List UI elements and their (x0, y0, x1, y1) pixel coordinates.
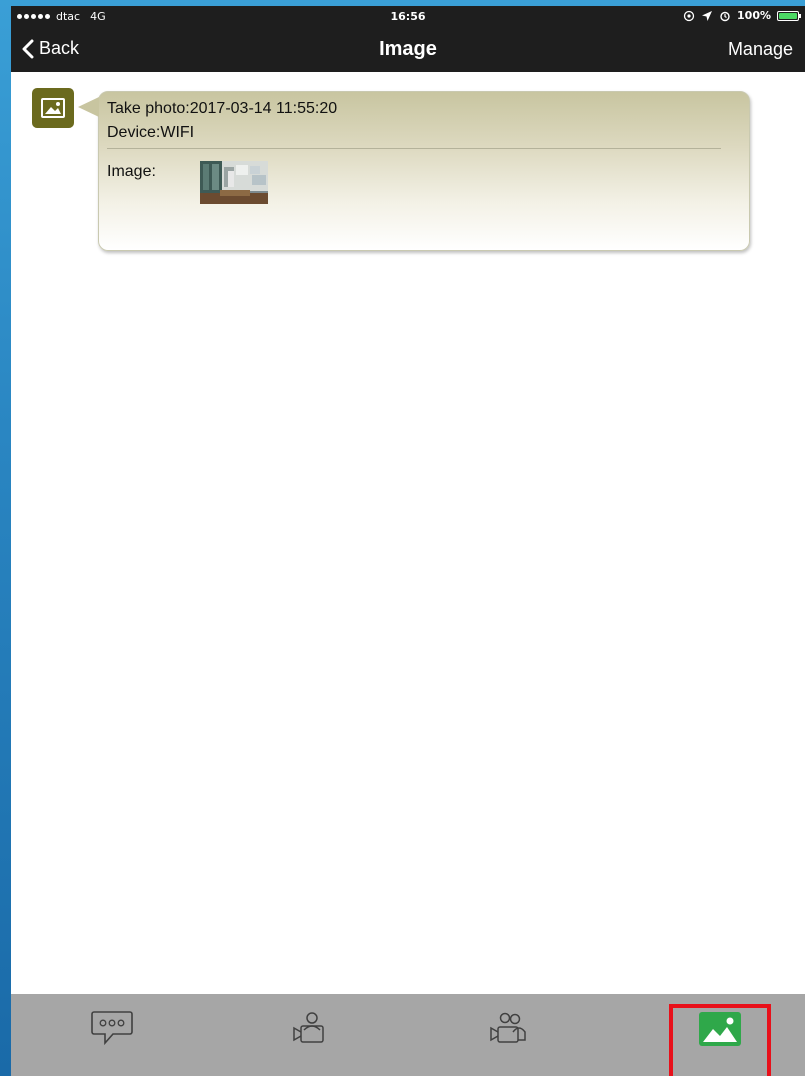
battery-icon (777, 10, 801, 21)
bubble-tail (78, 97, 99, 117)
status-bar: dtac 4G 16:56 100% (11, 6, 805, 28)
tab-bar (11, 994, 805, 1076)
tab-video-person[interactable] (266, 994, 354, 1076)
selected-tab-highlight (669, 1004, 771, 1076)
tab-video-group[interactable] (464, 994, 552, 1076)
tab-messages[interactable] (68, 994, 156, 1076)
photo-thumbnail[interactable] (200, 161, 268, 204)
battery-fill (779, 12, 797, 19)
video-camera-person-icon (293, 1012, 324, 1043)
video-camera-group-icon (490, 1012, 526, 1043)
device-text: Device:WIFI (107, 124, 195, 141)
manage-button[interactable]: Manage (728, 39, 793, 60)
take-photo-text: Take photo:2017-03-14 11:55:20 (107, 100, 338, 117)
message-avatar (32, 88, 74, 128)
image-label: Image: (107, 163, 156, 180)
alarm-icon (720, 11, 730, 21)
app-screen: dtac 4G 16:56 100% Back Image Manage Tak… (11, 6, 805, 1076)
battery-percent: 100% (737, 9, 771, 22)
image-icon (41, 98, 65, 118)
message-list: Take photo:2017-03-14 11:55:20 Device:WI… (11, 72, 805, 994)
page-title: Image (379, 38, 437, 60)
navigation-bar: Back Image Manage (11, 28, 805, 72)
location-arrow-icon (702, 10, 713, 21)
chat-bubble-icon (91, 1011, 133, 1046)
message-bubble[interactable]: Take photo:2017-03-14 11:55:20 Device:WI… (78, 91, 750, 251)
divider (107, 148, 721, 149)
status-right: 100% (683, 9, 801, 22)
orientation-lock-icon (683, 10, 695, 21)
